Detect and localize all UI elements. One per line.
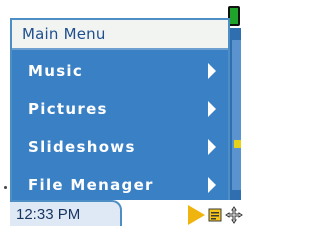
main-menu: Main Menu Music Pictures Slideshows File…	[10, 18, 230, 203]
chevron-right-icon	[208, 177, 216, 193]
chevron-right-icon	[208, 63, 216, 79]
background-accent	[234, 140, 241, 148]
menu-item-label: File Menager	[28, 176, 154, 194]
chevron-right-icon	[208, 139, 216, 155]
menu-item-file-manager[interactable]: File Menager	[12, 166, 228, 204]
menu-item-label: Slideshows	[28, 138, 136, 156]
clock-tab: 12:33 PM	[10, 200, 122, 226]
menu-item-music[interactable]: Music	[12, 52, 228, 90]
decorative-dot	[4, 186, 7, 189]
menu-item-label: Pictures	[28, 100, 108, 118]
menu-item-slideshows[interactable]: Slideshows	[12, 128, 228, 166]
menu-header: Main Menu	[12, 20, 228, 50]
move-icon[interactable]	[225, 206, 243, 224]
background-panel-highlight	[232, 40, 241, 190]
menu-items: Music Pictures Slideshows File Menager	[12, 50, 228, 204]
bottom-bar: 12:33 PM	[10, 200, 243, 250]
file-icon[interactable]	[208, 208, 222, 222]
menu-title: Main Menu	[22, 25, 106, 43]
chevron-right-icon	[208, 101, 216, 117]
menu-item-pictures[interactable]: Pictures	[12, 90, 228, 128]
menu-item-label: Music	[28, 62, 84, 80]
play-icon[interactable]	[188, 205, 205, 225]
clock-time: 12:33 PM	[16, 205, 81, 223]
